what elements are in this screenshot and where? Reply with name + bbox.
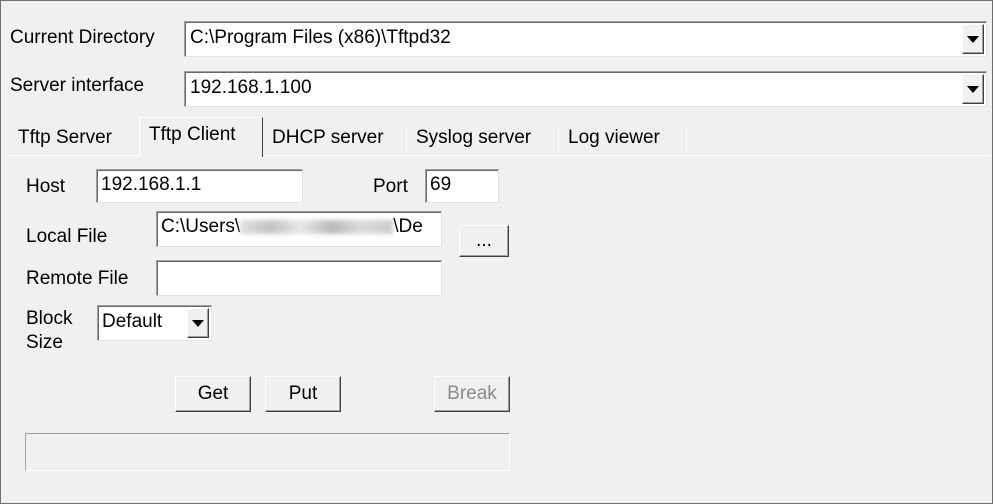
current-directory-value: C:\Program Files (x86)\Tftpd32 [190, 27, 451, 48]
remote-file-label: Remote File [26, 268, 129, 289]
put-button[interactable]: Put [265, 376, 341, 412]
local-file-input[interactable]: C:\Users\ \De [156, 211, 442, 247]
port-value: 69 [430, 174, 452, 195]
tab-label: Tftp Server [18, 127, 112, 148]
tab-dhcp-server[interactable]: DHCP server [263, 123, 407, 155]
tab-separator [686, 128, 687, 152]
local-file-prefix: C:\Users\ [161, 216, 241, 237]
port-input[interactable]: 69 [425, 169, 499, 203]
remote-file-input[interactable] [156, 260, 442, 296]
chevron-down-icon [967, 86, 979, 93]
tab-label: Tftp Client [149, 124, 236, 145]
chevron-down-icon [967, 36, 979, 43]
block-size-label-line1: Block [26, 308, 73, 329]
redacted-username [240, 219, 394, 234]
block-size-dropdown-button[interactable] [187, 308, 209, 338]
tab-tftp-client[interactable]: Tftp Client [139, 117, 263, 157]
server-interface-dropdown-button[interactable] [962, 74, 984, 104]
tab-label: DHCP server [272, 127, 384, 148]
break-label: Break [447, 383, 497, 404]
port-label: Port [373, 176, 408, 197]
get-label: Get [197, 383, 229, 404]
current-directory-dropdown-button[interactable] [962, 24, 984, 54]
tab-tftp-server[interactable]: Tftp Server [9, 123, 139, 155]
break-button: Break [434, 376, 510, 412]
tab-syslog-server[interactable]: Syslog server [407, 123, 559, 155]
block-size-select[interactable]: Default [97, 305, 212, 341]
tftpd32-window: Current Directory C:\Program Files (x86)… [0, 0, 993, 504]
host-input[interactable]: 192.168.1.1 [96, 169, 303, 203]
get-button[interactable]: Get [175, 376, 251, 412]
browse-button[interactable]: ... [459, 225, 509, 257]
block-size-label-line2: Size [26, 332, 63, 353]
tab-label: Log viewer [568, 127, 660, 148]
server-interface-label: Server interface [10, 75, 145, 96]
tab-log-viewer[interactable]: Log viewer [559, 123, 687, 155]
server-interface-value: 192.168.1.100 [190, 77, 312, 98]
transfer-progress-bar [25, 433, 510, 471]
local-file-label: Local File [26, 226, 108, 247]
browse-label: ... [476, 230, 492, 251]
chevron-down-icon [192, 320, 204, 327]
current-directory-combo[interactable]: C:\Program Files (x86)\Tftpd32 [184, 21, 987, 57]
server-interface-combo[interactable]: 192.168.1.100 [184, 71, 987, 107]
block-size-value: Default [102, 311, 163, 332]
local-file-suffix: \De [393, 216, 423, 237]
host-label: Host [26, 176, 66, 197]
tab-label: Syslog server [416, 127, 532, 148]
put-label: Put [288, 383, 318, 404]
current-directory-label: Current Directory [10, 27, 155, 48]
host-value: 192.168.1.1 [101, 174, 202, 195]
